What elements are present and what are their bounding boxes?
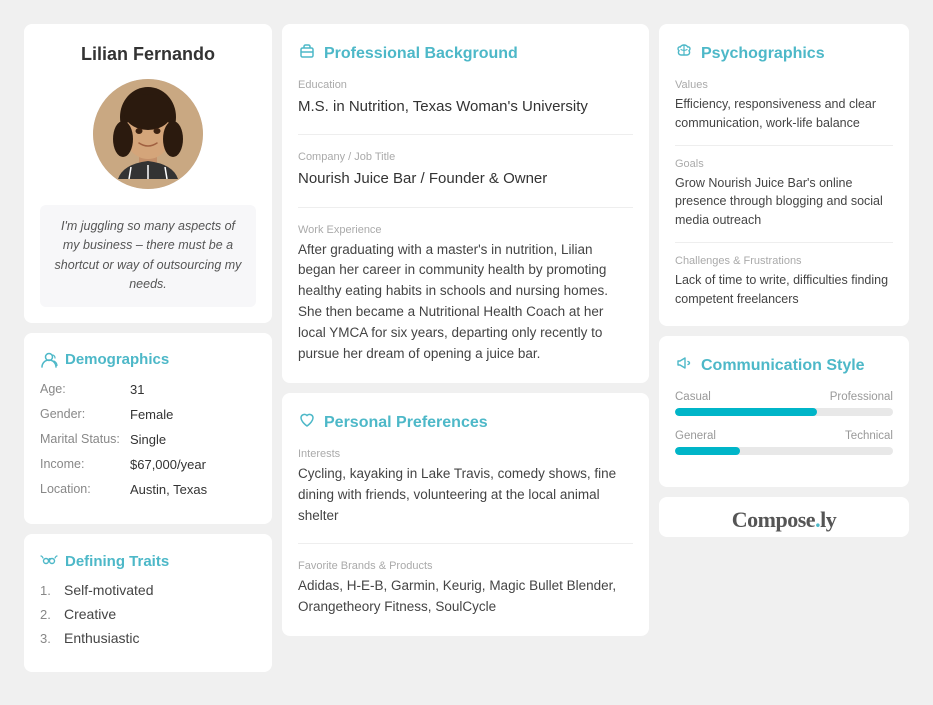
list-item: 1. Self-motivated: [40, 582, 256, 598]
goals-block: Goals Grow Nourish Juice Bar's online pr…: [675, 158, 893, 243]
personal-preferences-title: Personal Preferences: [298, 411, 633, 434]
composely-logo-card: Compose.ly: [659, 497, 909, 537]
education-field: Education M.S. in Nutrition, Texas Woman…: [298, 79, 633, 118]
casual-professional-row: Casual Professional: [675, 391, 893, 416]
casual-bar-fill: [675, 408, 817, 416]
communication-style-card: Communication Style Casual Professional …: [659, 336, 909, 487]
demographics-card: Demographics Age: 31 Gender: Female Mari…: [24, 333, 272, 525]
profile-name: Lilian Fernando: [81, 44, 215, 65]
right-column: Psychographics Values Efficiency, respon…: [659, 24, 909, 681]
demo-marital: Marital Status: Single: [40, 431, 256, 449]
general-technical-row: General Technical: [675, 430, 893, 455]
personal-preferences-card: Personal Preferences Interests Cycling, …: [282, 393, 649, 636]
demographics-fields: Age: 31 Gender: Female Marital Status: S…: [40, 381, 256, 500]
heart-icon: [298, 411, 316, 434]
composely-dot: .: [815, 507, 820, 532]
megaphone-icon: [675, 354, 693, 377]
interests-field: Interests Cycling, kayaking in Lake Trav…: [298, 448, 633, 527]
defining-traits-icon: [40, 552, 58, 570]
quote-box: I'm juggling so many aspects of my busin…: [40, 205, 256, 307]
divider: [298, 134, 633, 135]
divider: [298, 207, 633, 208]
casual-bar-track: [675, 408, 893, 416]
professional-background-title: Professional Background: [298, 42, 633, 65]
brain-icon: [675, 42, 693, 65]
demo-gender: Gender: Female: [40, 406, 256, 424]
list-item: 3. Enthusiastic: [40, 630, 256, 646]
general-bar-fill: [675, 447, 740, 455]
composely-logo-text: Compose.ly: [659, 507, 909, 533]
professional-background-card: Professional Background Education M.S. i…: [282, 24, 649, 383]
page-container: Lilian Fernando: [10, 10, 923, 695]
defining-traits-title: Defining Traits: [40, 552, 256, 570]
briefcase-icon: [298, 42, 316, 65]
demo-location: Location: Austin, Texas: [40, 481, 256, 499]
list-item: 2. Creative: [40, 606, 256, 622]
middle-column: Professional Background Education M.S. i…: [282, 24, 649, 681]
traits-list: 1. Self-motivated 2. Creative 3. Enthusi…: [40, 582, 256, 646]
profile-quote: I'm juggling so many aspects of my busin…: [54, 217, 242, 295]
psychographics-card: Psychographics Values Efficiency, respon…: [659, 24, 909, 326]
brands-field: Favorite Brands & Products Adidas, H-E-B…: [298, 560, 633, 618]
challenges-block: Challenges & Frustrations Lack of time t…: [675, 255, 893, 309]
profile-card: Lilian Fernando: [24, 24, 272, 323]
company-field: Company / Job Title Nourish Juice Bar / …: [298, 151, 633, 190]
demographics-title: Demographics: [40, 351, 256, 369]
avatar-svg: [93, 79, 203, 189]
general-bar-track: [675, 447, 893, 455]
experience-field: Work Experience After graduating with a …: [298, 224, 633, 366]
divider: [298, 543, 633, 544]
values-block: Values Efficiency, responsiveness and cl…: [675, 79, 893, 146]
demo-income: Income: $67,000/year: [40, 456, 256, 474]
defining-traits-card: Defining Traits 1. Self-motivated 2. Cre…: [24, 534, 272, 672]
avatar: [93, 79, 203, 189]
left-column: Lilian Fernando: [24, 24, 272, 681]
psychographics-title: Psychographics: [675, 42, 893, 65]
demographics-icon: [40, 351, 58, 369]
demo-age: Age: 31: [40, 381, 256, 399]
communication-style-title: Communication Style: [675, 354, 893, 377]
